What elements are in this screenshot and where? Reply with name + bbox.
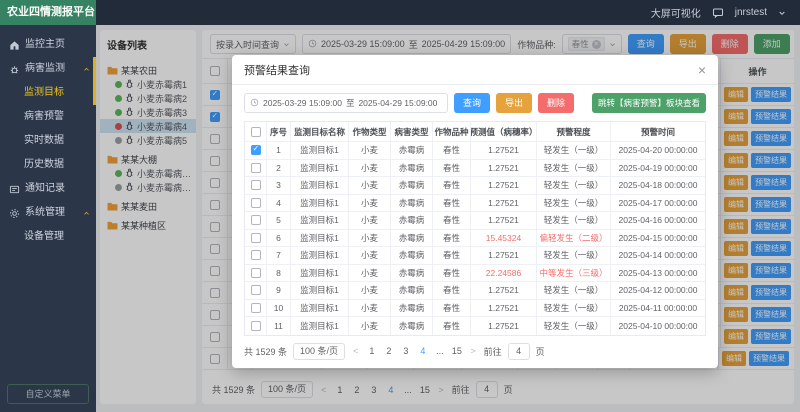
- chevron-down-icon[interactable]: [778, 9, 786, 17]
- sidebar-item-disease-warning[interactable]: 病害预警: [0, 105, 96, 129]
- page-number[interactable]: 2: [383, 346, 394, 356]
- gear-icon: [9, 208, 20, 219]
- row-checkbox[interactable]: [251, 215, 261, 225]
- row-checkbox[interactable]: [251, 145, 261, 155]
- page-number[interactable]: 15: [451, 346, 462, 356]
- total-count: 共 1529 条: [244, 345, 287, 358]
- app-root: 农业四情测报平台 大屏可视化 jnrstest 监控主页 病害监测 监测目标: [0, 0, 800, 412]
- row-checkbox[interactable]: [251, 285, 261, 295]
- row-checkbox[interactable]: [251, 163, 261, 173]
- modal-table-row[interactable]: 9 监测目标1 小麦 赤霉病 春性 1.27521 轻发生（一级） 2025-0…: [245, 282, 705, 300]
- custom-menu-button[interactable]: 自定义菜单: [7, 384, 89, 404]
- modal-search-button[interactable]: 查询: [454, 93, 490, 113]
- row-checkbox[interactable]: [251, 198, 261, 208]
- modal-table-row[interactable]: 7 监测目标1 小麦 赤霉病 春性 1.27521 轻发生（一级） 2025-0…: [245, 247, 705, 265]
- next-page-button[interactable]: >: [468, 346, 477, 356]
- sidebar-item-monitor-home[interactable]: 监控主页: [0, 33, 96, 57]
- modal-table-header: 序号 监测目标名称 作物类型 病害类型 作物品种 预测值（病穗率） 预警程度 预…: [245, 122, 705, 142]
- row-checkbox[interactable]: [251, 303, 261, 313]
- page-ellipsis[interactable]: ...: [434, 346, 445, 356]
- goto-page-input[interactable]: 4: [508, 343, 530, 360]
- modal-delete-button[interactable]: 删除: [538, 93, 574, 113]
- page-unit-label: 页: [536, 345, 545, 358]
- sidebar-item-system-manage[interactable]: 系统管理: [0, 201, 96, 225]
- row-checkbox[interactable]: [251, 321, 261, 331]
- page-number[interactable]: 1: [366, 346, 377, 356]
- message-icon[interactable]: [712, 7, 724, 19]
- row-checkbox[interactable]: [251, 268, 261, 278]
- close-icon[interactable]: ×: [698, 63, 706, 77]
- prev-page-button[interactable]: <: [351, 346, 360, 356]
- sidebar-item-realtime-data[interactable]: 实时数据: [0, 129, 96, 153]
- sidebar-item-disease-monitor[interactable]: 病害监测: [0, 57, 96, 81]
- modal-date-range-picker[interactable]: 2025-03-29 15:09:00 至 2025-04-29 15:09:0…: [244, 93, 448, 113]
- modal-title: 预警结果查询: [244, 62, 310, 78]
- page-number-current[interactable]: 4: [417, 346, 428, 356]
- jump-to-disease-warning-button[interactable]: 跳转【病害预警】板块查看: [592, 93, 706, 113]
- modal-header: 预警结果查询 ×: [232, 55, 718, 85]
- select-all-checkbox[interactable]: [251, 127, 261, 137]
- modal-table-row[interactable]: 10 监测目标1 小麦 赤霉病 春性 1.27521 轻发生（一级） 2025-…: [245, 300, 705, 318]
- sidebar-item-notice-record[interactable]: 通知记录: [0, 177, 96, 201]
- bug-icon: [9, 64, 20, 75]
- modal-table-row[interactable]: 11 监测目标1 小麦 赤霉病 春性 1.27521 轻发生（一级） 2025-…: [245, 317, 705, 335]
- modal-table-row[interactable]: 6 监测目标1 小麦 赤霉病 春性 15.45324 偏轻发生（二级） 2025…: [245, 230, 705, 248]
- row-checkbox[interactable]: [251, 180, 261, 190]
- notice-icon: [9, 184, 20, 195]
- modal-table-row[interactable]: 2 监测目标1 小麦 赤霉病 春性 1.27521 轻发生（一级） 2025-0…: [245, 160, 705, 178]
- chevron-up-icon: [83, 210, 90, 217]
- chevron-up-icon: [83, 66, 90, 73]
- visualization-link[interactable]: 大屏可视化: [651, 5, 701, 20]
- modal-table-row[interactable]: 5 监测目标1 小麦 赤霉病 春性 1.27521 轻发生（一级） 2025-0…: [245, 212, 705, 230]
- sidebar: 监控主页 病害监测 监测目标 病害预警 实时数据 历史数据 通知记录 系统管理 …: [0, 25, 96, 412]
- clock-icon: [250, 98, 259, 109]
- page-size-select[interactable]: 100 条/页: [293, 343, 345, 360]
- sidebar-item-monitor-target[interactable]: 监测目标: [0, 81, 96, 105]
- sidebar-item-history-data[interactable]: 历史数据: [0, 153, 96, 177]
- modal-table: 序号 监测目标名称 作物类型 病害类型 作物品种 预测值（病穗率） 预警程度 预…: [244, 121, 706, 336]
- modal-export-button[interactable]: 导出: [496, 93, 532, 113]
- username[interactable]: jnrstest: [735, 7, 767, 18]
- sidebar-item-device-manage[interactable]: 设备管理: [0, 225, 96, 249]
- modal-pagination: 共 1529 条 100 条/页 < 1 2 3 4 ... 15 > 前往 4…: [232, 336, 718, 368]
- modal-table-row[interactable]: 1 监测目标1 小麦 赤霉病 春性 1.27521 轻发生（一级） 2025-0…: [245, 142, 705, 160]
- goto-label: 前往: [484, 345, 502, 358]
- modal-filter-bar: 2025-03-29 15:09:00 至 2025-04-29 15:09:0…: [232, 85, 718, 119]
- modal-table-row[interactable]: 4 监测目标1 小麦 赤霉病 春性 1.27521 轻发生（一级） 2025-0…: [245, 195, 705, 213]
- app-header: 农业四情测报平台 大屏可视化 jnrstest: [0, 0, 800, 25]
- page-number[interactable]: 3: [400, 346, 411, 356]
- warning-result-modal: 预警结果查询 × 2025-03-29 15:09:00 至 2025-04-2…: [232, 55, 718, 368]
- home-icon: [9, 40, 20, 51]
- modal-table-row[interactable]: 8 监测目标1 小麦 赤霉病 春性 22.24586 中等发生（三级） 2025…: [245, 265, 705, 283]
- row-checkbox[interactable]: [251, 233, 261, 243]
- app-logo: 农业四情测报平台: [0, 0, 96, 25]
- row-checkbox[interactable]: [251, 250, 261, 260]
- modal-table-row[interactable]: 3 监测目标1 小麦 赤霉病 春性 1.27521 轻发生（一级） 2025-0…: [245, 177, 705, 195]
